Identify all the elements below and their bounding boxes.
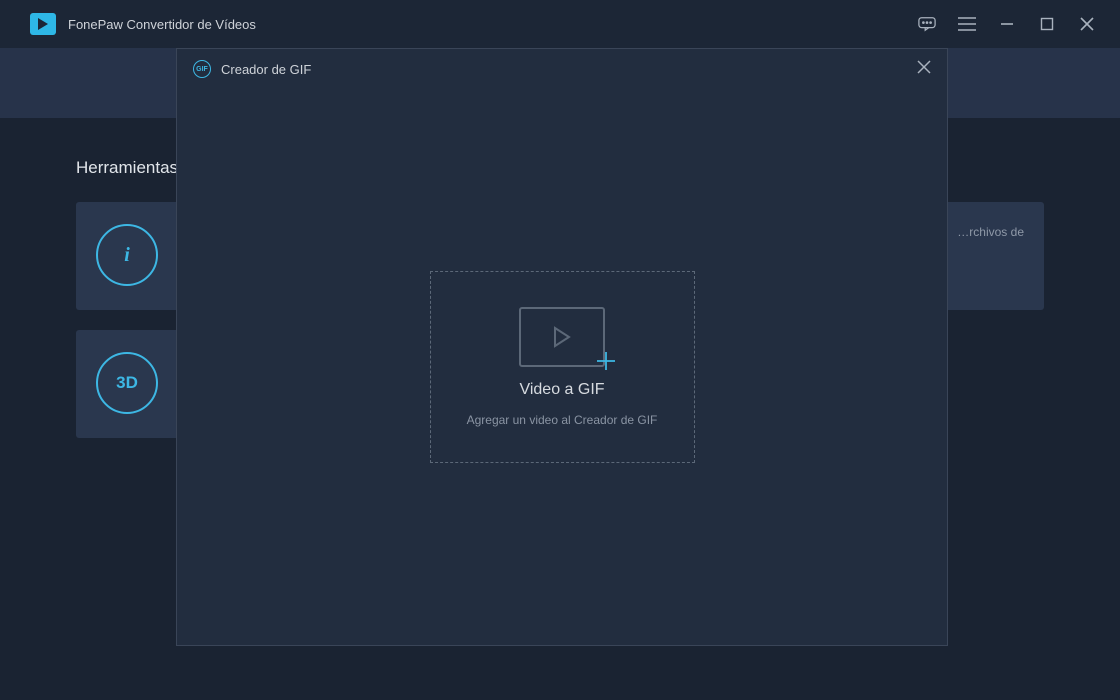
gif-icon: GIF: [193, 60, 211, 78]
gif-creator-dialog: GIF Creador de GIF Video a GIF Agregar u…: [176, 48, 948, 646]
plus-icon: [595, 350, 617, 377]
3d-icon: 3D: [96, 352, 158, 414]
menu-icon[interactable]: [958, 15, 976, 33]
titlebar: FonePaw Convertidor de Vídeos: [0, 0, 1120, 48]
close-icon[interactable]: [1078, 15, 1096, 33]
titlebar-controls: [918, 15, 1096, 33]
dialog-close-icon[interactable]: [917, 60, 931, 79]
dialog-header: GIF Creador de GIF: [177, 49, 947, 89]
feedback-icon[interactable]: [918, 15, 936, 33]
dropzone-title: Video a GIF: [519, 381, 604, 399]
app-title: FonePaw Convertidor de Vídeos: [68, 17, 256, 32]
dialog-title: Creador de GIF: [221, 62, 311, 77]
titlebar-left: FonePaw Convertidor de Vídeos: [30, 13, 256, 35]
info-icon: i: [96, 224, 158, 286]
minimize-icon[interactable]: [998, 15, 1016, 33]
tool-desc: …rchivos de: [957, 224, 1024, 241]
dialog-body: Video a GIF Agregar un video al Creador …: [177, 89, 947, 645]
video-thumb-icon: [519, 307, 605, 367]
video-dropzone[interactable]: Video a GIF Agregar un video al Creador …: [430, 271, 695, 463]
app-logo-icon: [30, 13, 56, 35]
dropzone-subtitle: Agregar un video al Creador de GIF: [467, 413, 658, 427]
maximize-icon[interactable]: [1038, 15, 1056, 33]
